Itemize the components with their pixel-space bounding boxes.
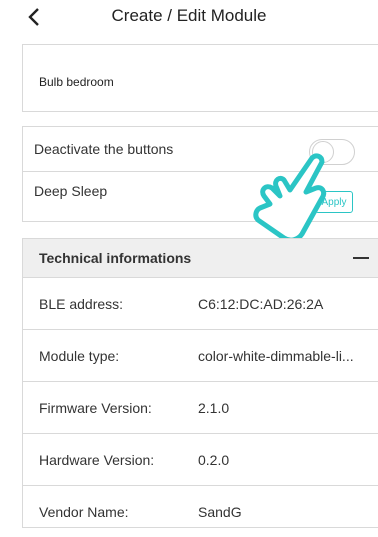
- deactivate-buttons-label: Deactivate the buttons: [34, 141, 174, 157]
- technical-info-card: Technical informations BLE address: C6:1…: [22, 238, 378, 528]
- tech-value: color-white-dimmable-li...: [198, 348, 354, 364]
- tech-row-ble-address: BLE address: C6:12:DC:AD:26:2A: [23, 277, 378, 329]
- module-name-card[interactable]: Bulb bedroom: [22, 44, 378, 112]
- tech-label: Module type:: [39, 348, 120, 364]
- technical-info-header[interactable]: Technical informations: [23, 239, 378, 277]
- tech-value: C6:12:DC:AD:26:2A: [198, 296, 324, 312]
- deep-sleep-label: Deep Sleep: [34, 183, 108, 199]
- tech-label: Hardware Version:: [39, 452, 155, 468]
- tap-hand-icon: [253, 153, 327, 243]
- tech-value: SandG: [198, 504, 242, 520]
- tech-row-hardware-version: Hardware Version: 0.2.0: [23, 433, 378, 485]
- tech-row-module-type: Module type: color-white-dimmable-li...: [23, 329, 378, 381]
- module-name-field[interactable]: Bulb bedroom: [39, 75, 114, 89]
- tech-value: 2.1.0: [198, 400, 230, 416]
- tech-value: 0.2.0: [198, 452, 230, 468]
- tech-row-vendor-name: Vendor Name: SandG: [23, 485, 378, 537]
- technical-info-title: Technical informations: [39, 250, 192, 266]
- collapse-minus-icon[interactable]: [353, 257, 369, 259]
- page-title: Create / Edit Module: [111, 6, 267, 25]
- tech-label: BLE address:: [39, 296, 124, 312]
- header: Create / Edit Module: [0, 0, 378, 36]
- tech-row-firmware-version: Firmware Version: 2.1.0: [23, 381, 378, 433]
- tech-label: Vendor Name:: [39, 504, 129, 520]
- tech-label: Firmware Version:: [39, 400, 152, 416]
